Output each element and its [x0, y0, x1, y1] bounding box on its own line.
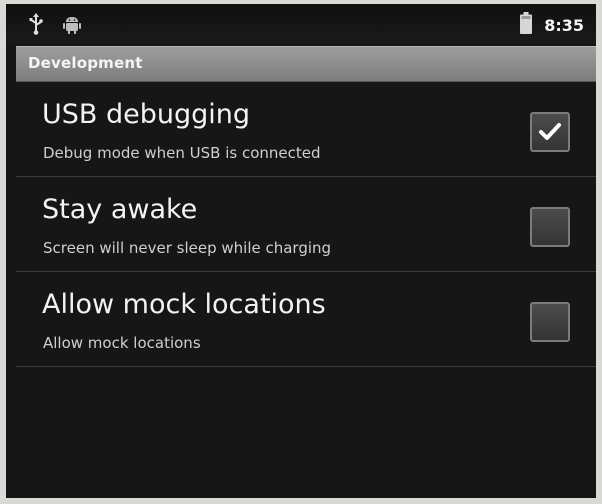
stay-awake-checkbox[interactable] [530, 207, 570, 247]
checkmark-icon [539, 123, 561, 140]
preference-summary: Screen will never sleep while charging [43, 239, 332, 257]
usb-icon [28, 13, 44, 39]
android-debug-icon [62, 13, 82, 39]
preference-stay-awake[interactable]: Stay awake Screen will never sleep while… [16, 177, 596, 271]
preference-title: USB debugging [42, 99, 251, 130]
category-header: Development [16, 46, 596, 82]
allow-mock-locations-checkbox[interactable] [530, 302, 570, 342]
notification-icons [28, 13, 82, 39]
header-title: Development [28, 54, 143, 72]
preference-title: Stay awake [42, 194, 198, 225]
preference-title: Allow mock locations [42, 289, 326, 320]
usb-debugging-checkbox[interactable] [530, 112, 570, 152]
status-bar: 8:35 [6, 4, 596, 44]
list-divider [16, 366, 596, 367]
preference-allow-mock-locations[interactable]: Allow mock locations Allow mock location… [16, 272, 596, 366]
android-screen: 8:35 Development USB debugging Debug mod… [6, 4, 596, 498]
clock: 8:35 [544, 15, 584, 35]
system-status: 8:35 [520, 12, 584, 38]
preference-usb-debugging[interactable]: USB debugging Debug mode when USB is con… [16, 82, 596, 176]
preference-summary: Debug mode when USB is connected [43, 144, 321, 162]
preference-summary: Allow mock locations [43, 334, 201, 352]
battery-icon [520, 12, 533, 38]
